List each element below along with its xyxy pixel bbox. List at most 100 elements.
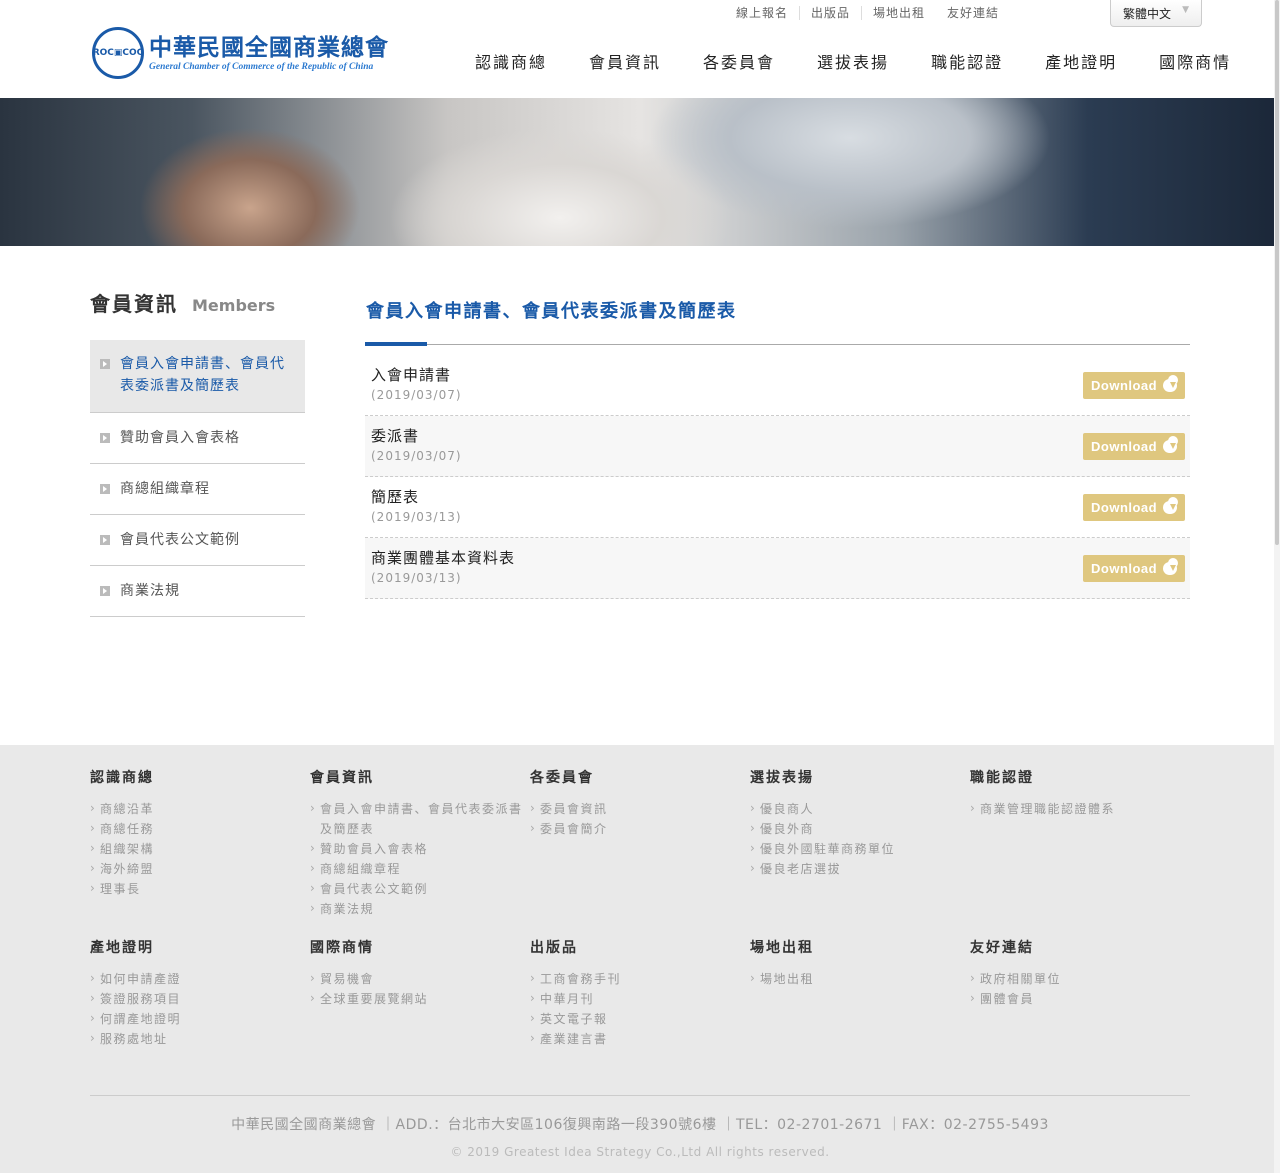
footer-link[interactable]: 組織架構	[90, 838, 310, 859]
header: ROC▣COC 中華民國全國商業總會 General Chamber of Co…	[0, 0, 1280, 98]
footer-link[interactable]: 商總組織章程	[310, 858, 530, 879]
footer-column-title[interactable]: 出版品	[530, 937, 750, 957]
footer-link[interactable]: 全球重要展覽網站	[310, 988, 530, 1009]
sidebar-item-label: 商業法規	[120, 583, 180, 599]
nav-item[interactable]: 認識商總	[475, 49, 547, 73]
sidebar-title: 會員資訊 Members	[90, 288, 275, 317]
footer-link[interactable]: 優良老店選拔	[750, 858, 970, 879]
file-date: (2019/03/13)	[371, 510, 462, 524]
download-button[interactable]: Download	[1083, 555, 1185, 582]
download-label: Download	[1091, 378, 1158, 393]
footer-link[interactable]: 會員入會申請書、會員代表委派書及簡歷表	[310, 798, 530, 839]
footer-link[interactable]: 海外締盟	[90, 858, 310, 879]
sidebar-item[interactable]: 商總組織章程	[90, 464, 305, 515]
footer-link[interactable]: 優良外商	[750, 818, 970, 839]
footer-link[interactable]: 優良商人	[750, 798, 970, 819]
logo-seal-icon: ROC▣COC	[92, 27, 144, 79]
cloud-download-icon	[1163, 558, 1178, 575]
footer-link[interactable]: 中華月刊	[530, 988, 750, 1009]
footer-link[interactable]: 工商會務手刊	[530, 968, 750, 989]
top-link[interactable]: 線上報名	[725, 6, 799, 20]
download-button[interactable]: Download	[1083, 494, 1185, 521]
top-link[interactable]: 場地出租	[860, 6, 936, 20]
footer-link[interactable]: 政府相關單位	[970, 968, 1190, 989]
download-button[interactable]: Download	[1083, 433, 1185, 460]
footer-divider	[90, 1095, 1190, 1096]
sidebar-item-label: 會員入會申請書、會員代表委派書及簡歷表	[120, 356, 285, 394]
footer-link[interactable]: 貿易機會	[310, 968, 530, 989]
language-select[interactable]: 繁體中文 ▼	[1110, 0, 1202, 27]
sidebar-item-label: 商總組織章程	[120, 481, 210, 497]
nav-item[interactable]: 會員資訊	[589, 49, 661, 73]
footer-link[interactable]: 如何申請產證	[90, 968, 310, 989]
footer-link[interactable]: 服務處地址	[90, 1028, 310, 1049]
footer-column-title[interactable]: 各委員會	[530, 767, 750, 787]
footer-column: 友好連結政府相關單位團體會員	[970, 937, 1190, 1009]
footer-link[interactable]: 團體會員	[970, 988, 1190, 1009]
footer-column-title[interactable]: 友好連結	[970, 937, 1190, 957]
sidebar-title-text: 會員資訊	[90, 292, 178, 316]
cloud-download-icon	[1163, 497, 1178, 514]
logo-english-name: General Chamber of Commerce of the Repub…	[149, 62, 374, 72]
arrow-box-icon	[100, 535, 110, 545]
footer: 認識商總商總沿革商總任務組織架構海外締盟理事長 會員資訊會員入會申請書、會員代表委…	[0, 745, 1280, 1173]
footer-link[interactable]: 商業法規	[310, 898, 530, 919]
footer-column-title[interactable]: 國際商情	[310, 937, 530, 957]
footer-link[interactable]: 商總任務	[90, 818, 310, 839]
footer-column-title[interactable]: 會員資訊	[310, 767, 530, 787]
nav-item[interactable]: 國際商情	[1159, 49, 1231, 73]
file-row: 入會申請書 (2019/03/07) Download	[365, 355, 1190, 416]
file-date: (2019/03/07)	[371, 388, 462, 402]
footer-link[interactable]: 商總沿革	[90, 798, 310, 819]
sidebar-item[interactable]: 會員入會申請書、會員代表委派書及簡歷表	[90, 340, 305, 413]
nav-item[interactable]: 選拔表揚	[817, 49, 889, 73]
top-link[interactable]: 友好連結	[936, 6, 1010, 20]
footer-column: 職能認證商業管理職能認證體系	[970, 767, 1190, 819]
footer-link[interactable]: 英文電子報	[530, 1008, 750, 1029]
footer-link[interactable]: 會員代表公文範例	[310, 878, 530, 899]
file-name[interactable]: 入會申請書	[371, 364, 1184, 385]
footer-address: 中華民國全國商業總會 ｜ADD.：台北市大安區106復興南路一段390號6樓 ｜…	[231, 1117, 1049, 1133]
footer-link[interactable]: 理事長	[90, 878, 310, 899]
title-divider	[365, 342, 1190, 346]
nav-item[interactable]: 各委員會	[703, 49, 775, 73]
file-name[interactable]: 委派書	[371, 425, 1184, 446]
logo-chinese-name: 中華民國全國商業總會	[149, 34, 389, 61]
file-name[interactable]: 商業團體基本資料表	[371, 547, 1184, 568]
footer-link[interactable]: 商業管理職能認證體系	[970, 798, 1190, 819]
footer-column-title[interactable]: 產地證明	[90, 937, 310, 957]
footer-column: 國際商情貿易機會全球重要展覽網站	[310, 937, 530, 1009]
sidebar-subtitle: Members	[192, 296, 276, 315]
footer-column-title[interactable]: 選拔表揚	[750, 767, 970, 787]
logo[interactable]: ROC▣COC 中華民國全國商業總會 General Chamber of Co…	[92, 27, 389, 79]
footer-link[interactable]: 贊助會員入會表格	[310, 838, 530, 859]
footer-column-title[interactable]: 場地出租	[750, 937, 970, 957]
file-date: (2019/03/07)	[371, 449, 462, 463]
footer-link[interactable]: 委員會簡介	[530, 818, 750, 839]
nav-item[interactable]: 產地證明	[1045, 49, 1117, 73]
sidebar-item[interactable]: 贊助會員入會表格	[90, 413, 305, 464]
download-label: Download	[1091, 561, 1158, 576]
file-name[interactable]: 簡歷表	[371, 486, 1184, 507]
footer-link[interactable]: 簽證服務項目	[90, 988, 310, 1009]
file-date: (2019/03/13)	[371, 571, 462, 585]
sidebar-item[interactable]: 會員代表公文範例	[90, 515, 305, 566]
file-row: 簡歷表 (2019/03/13) Download	[365, 477, 1190, 538]
arrow-box-icon	[100, 586, 110, 596]
footer-link[interactable]: 優良外國駐華商務單位	[750, 838, 970, 859]
language-value: 繁體中文	[1123, 7, 1172, 21]
footer-column-title[interactable]: 認識商總	[90, 767, 310, 787]
footer-link[interactable]: 產業建言書	[530, 1028, 750, 1049]
footer-link[interactable]: 何謂產地證明	[90, 1008, 310, 1029]
arrow-box-icon	[100, 484, 110, 494]
scrollbar[interactable]	[1274, 0, 1280, 1173]
footer-column-title[interactable]: 職能認證	[970, 767, 1190, 787]
nav-item[interactable]: 職能認證	[931, 49, 1003, 73]
footer-link[interactable]: 委員會資訊	[530, 798, 750, 819]
sidebar-item[interactable]: 商業法規	[90, 566, 305, 617]
footer-link[interactable]: 場地出租	[750, 968, 970, 989]
download-button[interactable]: Download	[1083, 372, 1185, 399]
top-link[interactable]: 出版品	[798, 6, 861, 20]
footer-copyright: © 2019 Greatest Idea Strategy Co.,Ltd Al…	[450, 1145, 830, 1159]
cloud-download-icon	[1163, 436, 1178, 453]
